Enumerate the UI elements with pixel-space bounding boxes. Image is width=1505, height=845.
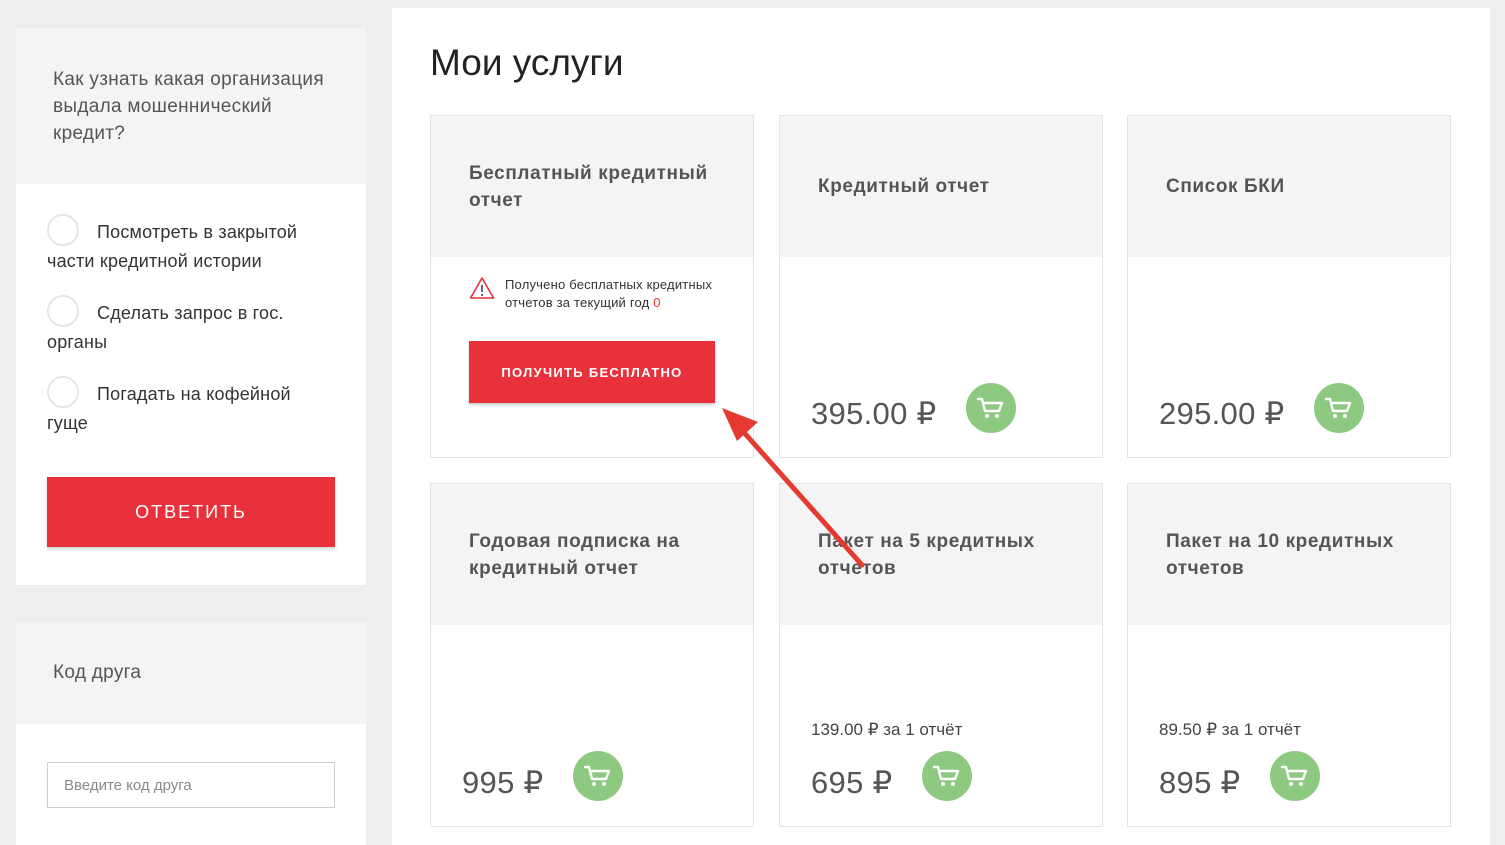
card-header: Бесплатный кредитный отчет <box>431 116 753 257</box>
service-card-free-report: Бесплатный кредитный отчет Получено бесп… <box>430 115 754 458</box>
price: 895 ₽ <box>1159 765 1241 800</box>
poll-options: Посмотреть в закрытой части кредитной ис… <box>16 184 366 438</box>
radio-button[interactable] <box>47 214 79 247</box>
card-title: Бесплатный кредитный отчет <box>469 162 708 211</box>
poll-option-label: Сделать запрос в гос. органы <box>47 303 284 352</box>
poll-option-label: Погадать на кофейной гуще <box>47 384 291 433</box>
cart-icon <box>977 397 1004 418</box>
card-header: Список БКИ <box>1128 116 1450 257</box>
service-card-5-pack: Пакет на 5 кредитных отчетов 139.00 ₽ за… <box>779 483 1103 827</box>
notice-message: Получено бесплатных кредитных отчетов за… <box>505 277 713 310</box>
card-header: Кредитный отчет <box>780 116 1102 257</box>
service-card-credit-report: Кредитный отчет 395.00 ₽ <box>779 115 1103 458</box>
price: 295.00 ₽ <box>1159 396 1285 431</box>
services-panel: Мои услуги Бесплатный кредитный отчет По… <box>392 8 1490 845</box>
service-card-bki-list: Список БКИ 295.00 ₽ <box>1127 115 1451 458</box>
poll-option-label: Посмотреть в закрытой части кредитной ис… <box>47 222 298 271</box>
card-title: Список БКИ <box>1166 176 1285 197</box>
card-title: Кредитный отчет <box>818 176 990 197</box>
warning-icon <box>469 276 495 312</box>
price: 995 ₽ <box>462 765 544 800</box>
cart-icon <box>1325 397 1352 418</box>
card-title: Пакет на 10 кредитных отчетов <box>1166 530 1394 579</box>
poll-question: Как узнать какая организация выдала моше… <box>53 69 324 144</box>
service-card-annual-subscription: Годовая подписка на кредитный отчет 995 … <box>430 483 754 827</box>
friend-code-input[interactable] <box>47 762 335 808</box>
card-title: Пакет на 5 кредитных отчетов <box>818 530 1035 579</box>
free-reports-count: 0 <box>653 295 661 310</box>
price: 395.00 ₽ <box>811 396 937 431</box>
friend-code-widget: Код друга <box>16 622 366 845</box>
price: 695 ₽ <box>811 765 893 800</box>
add-to-cart-button[interactable] <box>573 751 623 801</box>
poll-option[interactable]: Сделать запрос в гос. органы <box>47 295 335 357</box>
poll-option[interactable]: Погадать на кофейной гуще <box>47 376 335 438</box>
add-to-cart-button[interactable] <box>922 751 972 801</box>
per-report-price: 89.50 ₽ за 1 отчёт <box>1159 720 1301 739</box>
per-report-price: 139.00 ₽ за 1 отчёт <box>811 720 963 739</box>
page-title: Мои услуги <box>430 42 624 83</box>
poll-widget: Как узнать какая организация выдала моше… <box>16 28 366 585</box>
add-to-cart-button[interactable] <box>1314 383 1364 433</box>
friend-code-title: Код друга <box>53 662 142 683</box>
cart-icon <box>584 765 611 786</box>
poll-option[interactable]: Посмотреть в закрытой части кредитной ис… <box>47 214 335 276</box>
card-title: Годовая подписка на кредитный отчет <box>469 530 680 579</box>
radio-button[interactable] <box>47 295 79 328</box>
add-to-cart-button[interactable] <box>966 383 1016 433</box>
friend-code-header: Код друга <box>16 622 366 724</box>
free-reports-notice: Получено бесплатных кредитных отчетов за… <box>469 276 720 312</box>
radio-button[interactable] <box>47 376 79 409</box>
card-header: Годовая подписка на кредитный отчет <box>431 484 753 625</box>
answer-button[interactable]: ОТВЕТИТЬ <box>47 477 335 547</box>
service-card-10-pack: Пакет на 10 кредитных отчетов 89.50 ₽ за… <box>1127 483 1451 827</box>
get-free-button[interactable]: ПОЛУЧИТЬ БЕСПЛАТНО <box>469 341 715 403</box>
card-header: Пакет на 10 кредитных отчетов <box>1128 484 1450 625</box>
cart-icon <box>933 765 960 786</box>
add-to-cart-button[interactable] <box>1270 751 1320 801</box>
card-header: Пакет на 5 кредитных отчетов <box>780 484 1102 625</box>
notice-text: Получено бесплатных кредитных отчетов за… <box>505 276 720 312</box>
poll-header: Как узнать какая организация выдала моше… <box>16 28 366 184</box>
cart-icon <box>1281 765 1308 786</box>
